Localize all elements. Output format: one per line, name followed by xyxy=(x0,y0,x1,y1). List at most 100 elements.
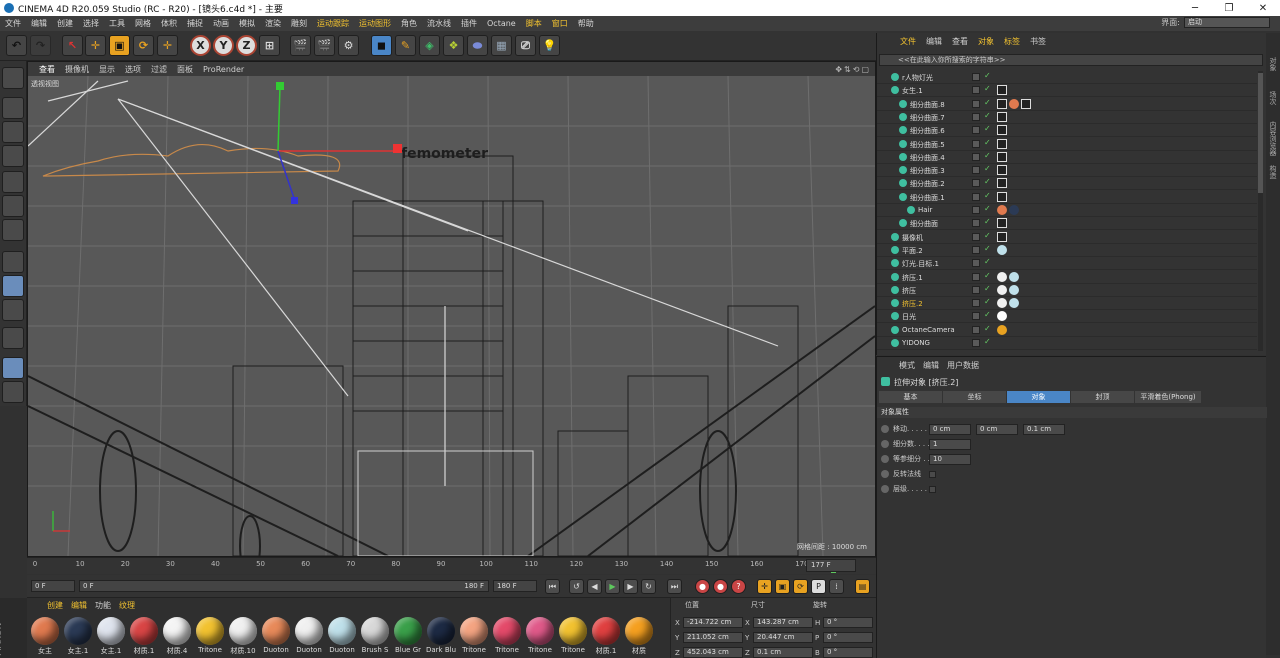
goto-start-icon[interactable]: ⏮ xyxy=(545,579,560,594)
attr-menu-edit[interactable]: 编辑 xyxy=(919,360,943,371)
object-list-scrollbar[interactable] xyxy=(1258,71,1263,351)
side-tab-structure[interactable]: 构造 xyxy=(1268,165,1278,179)
material-swatch[interactable]: 材质.1 xyxy=(590,616,622,658)
object-tag-icon[interactable] xyxy=(1009,284,1019,295)
layer-checkbox[interactable] xyxy=(972,312,980,321)
coord-pos-z[interactable]: 452.043 cm xyxy=(683,647,743,658)
material-swatch[interactable]: Tritone xyxy=(491,616,523,658)
menu-motion-tracking[interactable]: 运动跟踪 xyxy=(312,18,354,29)
close-button[interactable]: ✕ xyxy=(1246,3,1280,14)
object-tag-icon[interactable] xyxy=(997,324,1007,335)
start-frame-field[interactable]: 0 F xyxy=(31,580,75,592)
enabled-check-icon[interactable]: ✓ xyxy=(984,284,991,293)
coord-rot-b[interactable]: 0 ° xyxy=(823,647,873,658)
render-settings-icon[interactable]: ⚙ xyxy=(338,35,359,56)
enabled-check-icon[interactable]: ✓ xyxy=(984,297,991,306)
select-arrow-icon[interactable]: ↖ xyxy=(62,35,83,56)
menu-create[interactable]: 创建 xyxy=(52,18,78,29)
side-tab-content-browser[interactable]: 内容浏览器 xyxy=(1268,121,1278,156)
material-swatch[interactable]: 材质.4 xyxy=(161,616,193,658)
attr-menu-mode[interactable]: 模式 xyxy=(895,360,919,371)
prev-key-icon[interactable]: ↺ xyxy=(569,579,584,594)
layer-checkbox[interactable] xyxy=(972,192,980,201)
object-row[interactable]: 摄像机 ✓ xyxy=(877,231,1257,244)
maximize-button[interactable]: ❐ xyxy=(1212,3,1246,14)
viewport-menu-options[interactable]: 选项 xyxy=(120,64,146,75)
key-pla-icon[interactable]: ⁞ xyxy=(829,579,844,594)
scale-tool-icon[interactable]: ▣ xyxy=(109,35,130,56)
tweak-mode-icon[interactable] xyxy=(2,275,24,297)
layer-checkbox[interactable] xyxy=(972,285,980,294)
polygons-mode-icon[interactable] xyxy=(2,219,24,241)
floor-icon[interactable]: ▦ xyxy=(491,35,512,56)
layer-checkbox[interactable] xyxy=(972,152,980,161)
object-tag-icon[interactable] xyxy=(997,311,1007,322)
object-tag-icon[interactable] xyxy=(997,178,1007,189)
material-swatch[interactable]: Tritone xyxy=(194,616,226,658)
viewport-menu-cameras[interactable]: 摄像机 xyxy=(60,64,94,75)
object-tag-icon[interactable] xyxy=(997,231,1007,242)
subdivision-surface-icon[interactable]: ◈ xyxy=(419,35,440,56)
layer-checkbox[interactable] xyxy=(972,272,980,281)
menu-render[interactable]: 渲染 xyxy=(260,18,286,29)
layer-checkbox[interactable] xyxy=(972,206,980,214)
attr-subdiv-field[interactable]: 1 xyxy=(929,439,971,450)
attr-move-x[interactable]: 0 cm xyxy=(929,424,971,435)
layer-checkbox[interactable] xyxy=(972,139,980,148)
enabled-check-icon[interactable]: ✓ xyxy=(984,151,991,160)
object-menu-bookmarks[interactable]: 书签 xyxy=(1025,36,1051,47)
menu-octane[interactable]: Octane xyxy=(482,19,521,28)
viewport-menu-panel[interactable]: 面板 xyxy=(172,64,198,75)
object-row[interactable]: 细分曲面.6 ✓ xyxy=(877,124,1257,138)
anim-dot-icon[interactable] xyxy=(881,455,889,463)
next-key-icon[interactable]: ↻ xyxy=(641,579,656,594)
coord-size-z[interactable]: 0.1 cm xyxy=(753,647,813,658)
timeline-ruler[interactable]: 0 10 20 30 40 50 60 70 80 90 100 110 120 130 140 150 160… xyxy=(27,557,876,574)
attr-tab-object[interactable]: 对象 xyxy=(1007,391,1070,403)
object-tag-icon[interactable] xyxy=(997,85,1007,96)
pen-spline-icon[interactable]: ✎ xyxy=(395,35,416,56)
magnet-icon[interactable] xyxy=(2,327,24,349)
prev-frame-icon[interactable]: ◀ xyxy=(587,579,602,594)
enabled-check-icon[interactable]: ✓ xyxy=(984,231,991,240)
enabled-check-icon[interactable]: ✓ xyxy=(984,84,991,93)
material-menu-edit[interactable]: 编辑 xyxy=(67,600,91,611)
attr-tab-basic[interactable]: 基本 xyxy=(879,391,942,403)
layer-checkbox[interactable] xyxy=(972,126,980,135)
object-tag-icon[interactable] xyxy=(997,151,1007,162)
enabled-check-icon[interactable]: ✓ xyxy=(984,271,991,280)
enabled-check-icon[interactable]: ✓ xyxy=(984,310,991,319)
object-tag-icon[interactable] xyxy=(997,271,1007,282)
key-scale-icon[interactable]: ▣ xyxy=(775,579,790,594)
next-frame-icon[interactable]: ▶ xyxy=(623,579,638,594)
layer-checkbox[interactable] xyxy=(972,325,980,334)
object-row[interactable]: 细分曲面.2 ✓ xyxy=(877,177,1257,191)
y-axis-lock-icon[interactable]: Y xyxy=(213,35,234,56)
object-tag-icon[interactable] xyxy=(997,298,1007,309)
workplane-mode-icon[interactable] xyxy=(2,145,24,167)
object-menu-file[interactable]: 文件 xyxy=(895,36,921,47)
object-row[interactable]: 细分曲面 ✓ xyxy=(877,217,1257,231)
object-tag-icon[interactable] xyxy=(997,165,1007,176)
object-row[interactable]: 日光 ✓ xyxy=(877,310,1257,324)
coord-pos-x[interactable]: -214.722 cm xyxy=(683,617,743,628)
object-row[interactable]: r人物灯光 ✓ xyxy=(877,71,1257,84)
attr-hierarchy-checkbox[interactable] xyxy=(929,486,936,493)
material-menu-texture[interactable]: 纹理 xyxy=(115,600,139,611)
menu-character[interactable]: 角色 xyxy=(396,18,422,29)
enabled-check-icon[interactable]: ✓ xyxy=(984,217,991,226)
menu-script[interactable]: 脚本 xyxy=(521,18,547,29)
object-row[interactable]: 平面.2 ✓ xyxy=(877,244,1257,257)
autokey-icon[interactable]: ● xyxy=(713,579,728,594)
enabled-check-icon[interactable]: ✓ xyxy=(984,138,991,147)
menu-window[interactable]: 窗口 xyxy=(547,18,573,29)
coord-size-x[interactable]: 143.287 cm xyxy=(753,617,813,628)
minimize-button[interactable]: ─ xyxy=(1178,3,1212,14)
enabled-check-icon[interactable]: ✓ xyxy=(984,191,991,200)
layer-checkbox[interactable] xyxy=(972,166,980,175)
range-slider[interactable]: 0 F 180 F xyxy=(79,580,489,592)
object-row[interactable]: 细分曲面.5 ✓ xyxy=(877,138,1257,151)
redo-icon[interactable]: ↷ xyxy=(30,35,51,56)
enabled-check-icon[interactable]: ✓ xyxy=(984,98,991,107)
grid-snap-icon[interactable] xyxy=(2,381,24,403)
